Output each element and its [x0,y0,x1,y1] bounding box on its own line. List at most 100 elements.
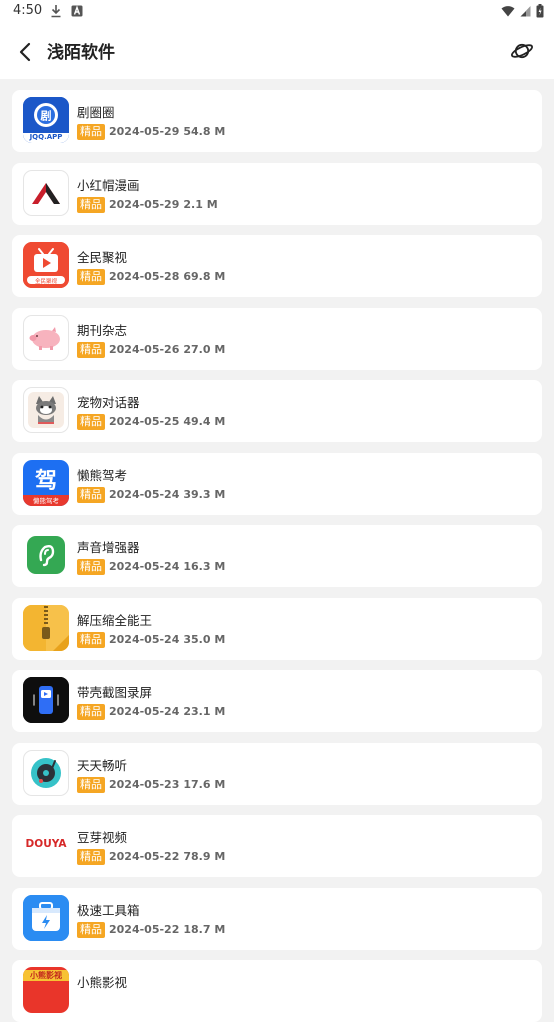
toolbox-icon [23,894,69,941]
quanmin-icon: 全民聚视 [23,242,69,288]
app-name: 宠物对话器 [77,395,140,410]
xiaohongmao-icon [23,169,69,216]
app-name: 天天畅听 [77,757,128,773]
app-list-item[interactable]: 解压缩全能王 精品 2024-05-24 35.0 M [12,597,542,660]
icon-caption: 懒熊驾考 [33,497,59,505]
status-time: 4:50 [13,3,43,18]
icon-wordmark: DOUYA [25,838,67,850]
app-size: 18.7 M [183,922,226,936]
app-date: 2024-05-29 [109,125,180,138]
quality-badge: 精品 [77,704,105,720]
quality-badge: 精品 [77,414,105,430]
app-list-item[interactable]: 极速工具箱 精品 2024-05-22 18.7 M [12,887,542,950]
app-list-item[interactable]: 小红帽漫画 精品 2024-05-29 2.1 M [12,162,542,225]
battery-icon [536,4,544,18]
cat-icon [23,387,69,433]
app-list-item[interactable]: 驾 懒熊驾考 懒熊驾考 精品 2024-05-24 39.3 M [12,452,542,515]
icon-glyph: 驾 [34,468,57,494]
app-name: 期刊杂志 [77,322,128,338]
a-notification-icon [71,5,83,17]
planet-button[interactable] [510,39,534,63]
app-meta: 2024-05-24 23.1 M [109,705,229,718]
app-list-item[interactable]: 宠物对话器 精品 2024-05-25 49.4 M [12,380,542,442]
app-date: 2024-05-24 [109,487,180,501]
app-size: 27.0 M [183,342,226,356]
app-size: 49.4 M [183,415,226,428]
app-date: 2024-05-25 [109,415,180,428]
wifi-icon [501,6,515,17]
app-date: 2024-05-24 [109,560,180,573]
app-meta: 2024-05-28 69.8 M [109,270,229,283]
app-name: 带壳截图录屏 [77,685,153,700]
app-size: 78.9 M [183,850,226,863]
app-size: 35.0 M [183,632,226,646]
app-size: 23.1 M [183,705,226,718]
status-bar: 4:50 [0,0,554,24]
quality-badge: 精品 [77,341,105,358]
app-name: 声音增强器 [77,540,140,555]
app-meta: 2024-05-22 18.7 M [109,923,229,936]
app-name: 极速工具箱 [77,902,140,918]
back-arrow-icon [19,42,31,62]
app-date: 2024-05-22 [109,922,180,936]
back-button[interactable] [14,40,38,64]
app-size: 17.6 M [183,777,226,791]
app-list-item[interactable]: 带壳截图录屏 精品 2024-05-24 23.1 M [12,670,542,732]
app-date: 2024-05-29 [109,197,180,211]
phone-record-icon [23,677,69,723]
app-name: 解压缩全能王 [77,612,153,628]
app-name: 小红帽漫画 [77,177,140,193]
ear-icon [23,532,69,578]
app-list-item[interactable]: 全民聚视 全民聚视 精品 2024-05-28 69.8 M [12,235,542,297]
icon-caption: 全民聚视 [34,278,57,285]
pig-icon [23,314,69,361]
app-date: 2024-05-23 [109,777,180,791]
quality-badge: 精品 [77,849,105,865]
quality-badge: 精品 [77,269,105,285]
quality-badge: 精品 [77,486,105,503]
icon-caption: JQQ.APP [29,133,63,141]
app-date: 2024-05-24 [109,705,180,718]
app-list-item[interactable]: 天天畅听 精品 2024-05-23 17.6 M [12,742,542,805]
record-player-icon [23,749,69,796]
app-meta: 2024-05-24 35.0 M [109,633,229,646]
quality-badge: 精品 [77,631,105,648]
app-list-item[interactable]: DOUYA 豆芽视频 精品 2024-05-22 78.9 M [12,815,542,877]
app-date: 2024-05-26 [109,342,180,356]
app-list-item[interactable]: 剧 JQQ.APP 剧圈圈 精品 2024-05-29 54.8 M [12,90,542,152]
app-date: 2024-05-24 [109,632,180,646]
app-name: 小熊影视 [77,975,128,990]
quality-badge: 精品 [77,921,105,938]
app-list-item[interactable]: 声音增强器 精品 2024-05-24 16.3 M [12,525,542,587]
app-name: 豆芽视频 [77,830,128,845]
xiaoxiong-icon: 小熊影视 [23,967,69,1013]
douya-icon: DOUYA [23,822,69,868]
download-icon [51,5,61,18]
app-meta: 2024-05-22 78.9 M [109,850,229,863]
app-size: 54.8 M [183,125,226,138]
app-date: 2024-05-28 [109,270,180,283]
app-header: 浅陌软件 [0,24,554,79]
app-size: 69.8 M [183,270,226,283]
app-size: 2.1 M [183,197,218,211]
zip-icon [23,604,69,651]
app-name: 剧圈圈 [77,105,115,120]
app-meta: 2024-05-25 49.4 M [109,415,229,428]
app-name: 全民聚视 [77,250,128,265]
app-meta: 2024-05-24 16.3 M [109,560,229,573]
app-date: 2024-05-22 [109,850,180,863]
app-meta: 2024-05-29 54.8 M [109,125,229,138]
app-list-item[interactable]: 期刊杂志 精品 2024-05-26 27.0 M [12,307,542,370]
app-meta: 2024-05-23 17.6 M [109,778,229,791]
planet-icon [511,43,533,59]
app-size: 39.3 M [183,487,226,501]
app-size: 16.3 M [183,560,226,573]
quality-badge: 精品 [77,776,105,793]
app-list-item[interactable]: 小熊影视 小熊影视 [12,960,542,1022]
signal-icon [520,6,531,17]
quality-badge: 精品 [77,559,105,575]
icon-caption: 小熊影视 [30,971,62,980]
app-meta: 2024-05-29 2.1 M [109,198,222,211]
quality-badge: 精品 [77,196,105,213]
quality-badge: 精品 [77,124,105,140]
